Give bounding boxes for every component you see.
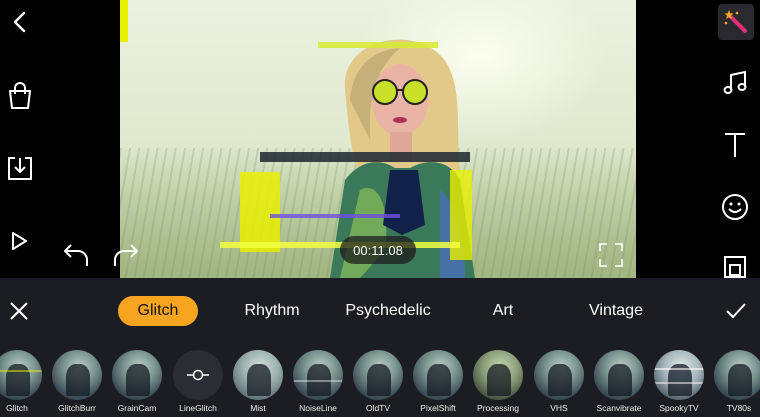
smiley-icon <box>722 194 748 220</box>
chevron-left-icon <box>13 11 26 33</box>
music-button[interactable] <box>718 66 752 100</box>
effect-vhs[interactable]: VHS <box>534 350 584 416</box>
tab-glitch[interactable]: Glitch <box>118 296 198 326</box>
effect-graincam[interactable]: GrainCam <box>112 350 162 416</box>
effect-thumbnail <box>293 350 343 400</box>
effect-glitch[interactable]: Glitch <box>0 350 42 416</box>
shopping-bag-icon <box>9 82 31 109</box>
adjust-slider-icon <box>187 369 209 381</box>
glitch-bar <box>120 0 128 42</box>
confirm-button[interactable] <box>724 300 748 327</box>
effect-label: TV80s <box>726 403 752 413</box>
video-editor: 00:11.08 Glitch Rhythm Psychedelic Art V… <box>0 0 760 417</box>
effect-thumbnail <box>714 350 760 400</box>
effect-tv80s[interactable]: TV80s <box>714 350 760 416</box>
effect-thumbnail <box>473 350 523 400</box>
effect-oldtv[interactable]: OldTV <box>353 350 403 416</box>
effect-thumbnail <box>353 350 403 400</box>
effect-noiseline[interactable]: NoiseLine <box>293 350 343 416</box>
canvas-resize-icon <box>724 256 746 278</box>
effect-processing[interactable]: Processing <box>473 350 523 416</box>
glitch-bar <box>260 152 470 162</box>
store-button[interactable] <box>4 80 36 112</box>
effect-category-tabs: Glitch Rhythm Psychedelic Art Vintage <box>0 278 760 344</box>
undo-button[interactable] <box>60 242 90 273</box>
effect-lineglitch[interactable]: LineGlitch <box>173 350 223 416</box>
effect-pixelshift[interactable]: PixelShift <box>413 350 463 416</box>
redo-icon <box>114 244 138 266</box>
effect-thumbnail <box>534 350 584 400</box>
sticker-button[interactable] <box>718 190 752 224</box>
fullscreen-button[interactable] <box>598 242 624 273</box>
effect-mist[interactable]: Mist <box>233 350 283 416</box>
effect-glitchburr[interactable]: GlitchBurr <box>52 350 102 416</box>
effect-thumbnail <box>173 350 223 400</box>
timecode-display: 00:11.08 <box>340 236 416 264</box>
effect-spookytv[interactable]: SpookyTV <box>654 350 704 416</box>
tab-vintage[interactable]: Vintage <box>578 296 654 326</box>
tab-rhythm[interactable]: Rhythm <box>232 296 312 326</box>
left-toolbar <box>0 0 42 290</box>
magic-wand-icon <box>724 10 747 33</box>
play-icon <box>12 232 27 250</box>
effect-thumbnail <box>413 350 463 400</box>
close-icon <box>10 302 28 320</box>
effect-thumbnail <box>594 350 644 400</box>
effect-thumbnail <box>112 350 162 400</box>
tab-psychedelic[interactable]: Psychedelic <box>336 296 440 326</box>
effects-tool-button[interactable] <box>718 4 754 40</box>
effect-scanvibrate[interactable]: Scanvibrate <box>594 350 644 416</box>
text-button[interactable] <box>718 128 752 162</box>
tab-art[interactable]: Art <box>478 296 528 326</box>
effect-thumbnail <box>0 350 42 400</box>
effects-panel: Glitch Rhythm Psychedelic Art Vintage Gl… <box>0 278 760 417</box>
canvas-button[interactable] <box>718 252 752 278</box>
close-button[interactable] <box>8 300 30 327</box>
effects-list: Glitch GlitchBurr GrainCam LineGlitch Mi… <box>0 348 760 417</box>
effect-thumbnail <box>654 350 704 400</box>
glitch-bar <box>240 172 280 252</box>
undo-icon <box>64 244 88 266</box>
redo-button[interactable] <box>112 242 142 273</box>
music-note-icon <box>723 71 747 94</box>
right-toolbar <box>712 0 760 290</box>
glitch-bar <box>318 42 438 48</box>
play-button[interactable] <box>4 226 34 256</box>
back-button[interactable] <box>6 8 34 36</box>
effect-thumbnail <box>233 350 283 400</box>
glitch-bar <box>270 214 400 218</box>
export-button[interactable] <box>4 152 36 184</box>
fullscreen-icon <box>599 243 623 267</box>
download-icon <box>8 157 32 180</box>
checkmark-icon <box>726 303 746 318</box>
text-icon <box>725 133 745 157</box>
effect-thumbnail <box>52 350 102 400</box>
